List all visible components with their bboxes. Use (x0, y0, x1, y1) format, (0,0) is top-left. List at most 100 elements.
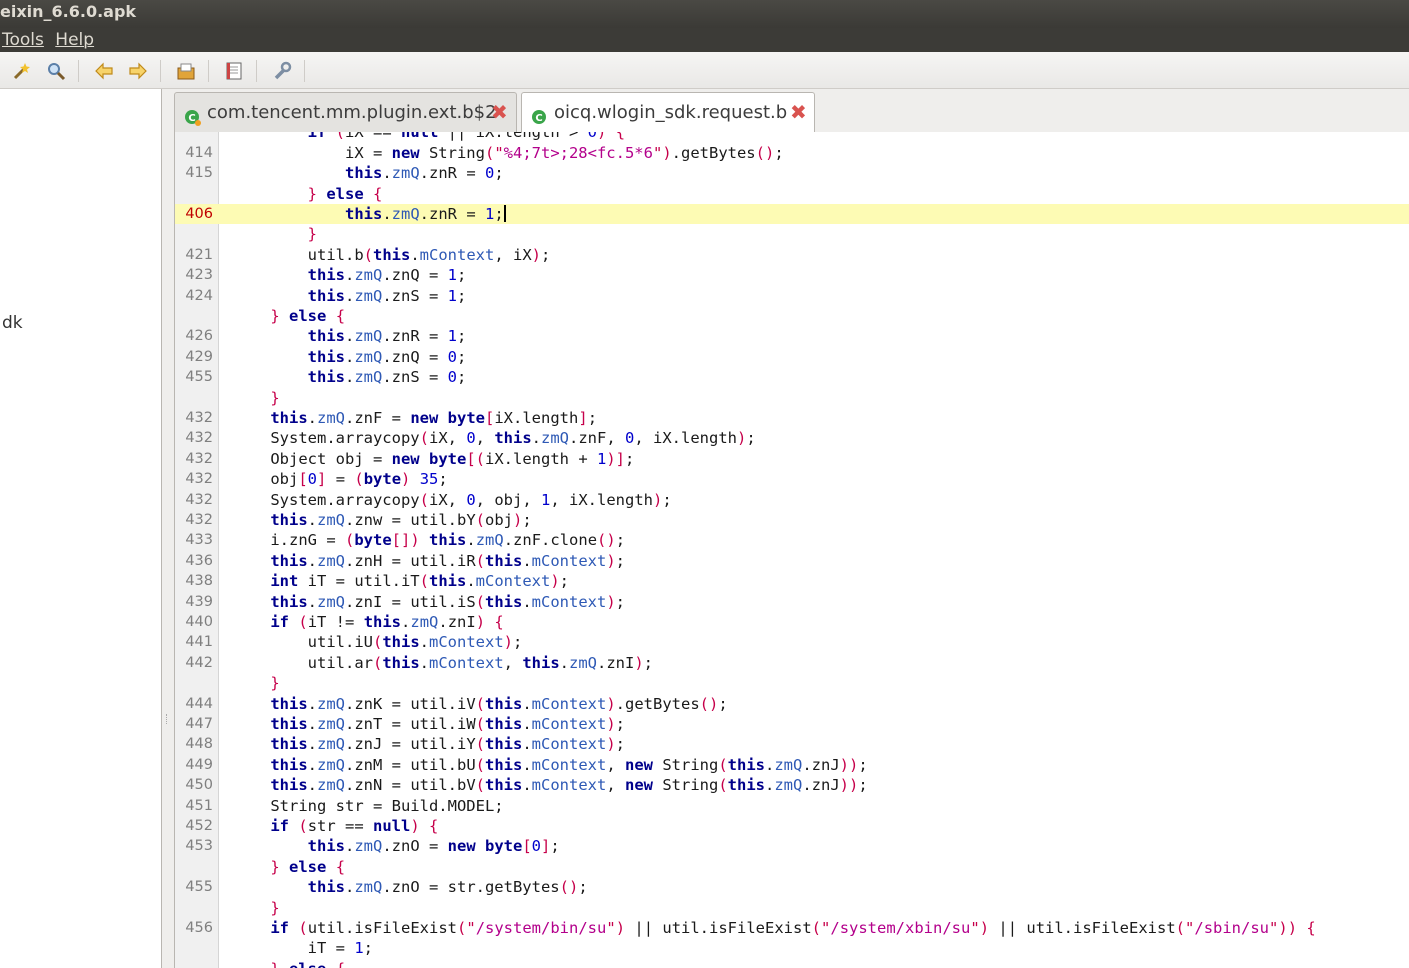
wrench-icon[interactable] (271, 60, 293, 82)
tab-label: com.tencent.mm.plugin.ext.b$2 (207, 102, 497, 123)
tab-strip: C com.tencent.mm.plugin.ext.b$2 ✖ C oicq… (174, 89, 1409, 132)
code-line[interactable]: 444 this.zmQ.znK = util.iV(this.mContext… (175, 694, 1409, 714)
code-line[interactable]: } else { (175, 184, 1409, 204)
line-number: 429 (185, 348, 213, 365)
line-number: 447 (185, 716, 213, 732)
line-number: 421 (185, 246, 213, 263)
code-line[interactable]: 406 this.zmQ.znR = 1; (175, 204, 1409, 225)
code-line[interactable]: 423 this.zmQ.znQ = 1; (175, 265, 1409, 285)
code-text: } (307, 225, 317, 244)
code-text: } (270, 898, 280, 917)
code-line[interactable]: 455 this.zmQ.znO = str.getBytes(); (175, 877, 1409, 897)
close-icon[interactable]: ✖ (790, 102, 807, 122)
code-line[interactable]: 432 obj[0] = (byte) 35; (175, 469, 1409, 489)
line-number: 432 (185, 430, 213, 447)
code-text: iX = new String("%4;7t>;28<fc.5*6").getB… (233, 143, 784, 162)
code-line[interactable]: 433 i.znG = (byte[]) this.zmQ.znF.clone(… (175, 530, 1409, 550)
code-line[interactable]: } else { (175, 306, 1409, 326)
tab-com-tencent-mm-plugin-ext-b2[interactable]: C com.tencent.mm.plugin.ext.b$2 ✖ (174, 92, 517, 132)
line-number: 450 (185, 777, 213, 794)
tree-item[interactable]: dk (2, 313, 23, 333)
code-line[interactable]: 432 System.arraycopy(iX, 0, this.zmQ.znF… (175, 428, 1409, 448)
code-line[interactable]: 455 this.zmQ.znS = 0; (175, 367, 1409, 387)
line-number: 423 (185, 267, 213, 284)
code-line[interactable]: 450 this.zmQ.znN = util.bV(this.mContext… (175, 775, 1409, 795)
line-number: 432 (185, 471, 213, 488)
tab-label: oicq.wlogin_sdk.request.b (554, 102, 788, 123)
code-line[interactable]: 432 Object obj = new byte[(iX.length + 1… (175, 449, 1409, 469)
code-line[interactable]: 448 this.zmQ.znJ = util.iY(this.mContext… (175, 734, 1409, 754)
menu-help[interactable]: Help (55, 30, 94, 50)
back-arrow-icon[interactable] (93, 60, 115, 82)
code-line[interactable]: 451 String str = Build.MODEL; (175, 796, 1409, 816)
code-line[interactable]: 449 this.zmQ.znM = util.bU(this.mContext… (175, 755, 1409, 775)
code-text: this.zmQ.znO = str.getBytes(); (307, 878, 588, 897)
code-line[interactable]: 429 this.zmQ.znQ = 0; (175, 347, 1409, 367)
code-line[interactable]: 432 this.zmQ.znF = new byte[iX.length]; (175, 408, 1409, 428)
code-text: util.iU(this.mContext); (233, 633, 523, 652)
code-text: util.ar(this.mContext, this.zmQ.znI); (233, 653, 654, 672)
code-text: this.zmQ.znO = new byte[0]; (307, 837, 560, 856)
code-text: util.b(this.mContext, iX); (233, 245, 551, 264)
code-line[interactable]: 438 int iT = util.iT(this.mContext); (175, 571, 1409, 591)
code-line[interactable]: 414 iX = new String("%4;7t>;28<fc.5*6").… (175, 143, 1409, 163)
code-line[interactable]: } (175, 388, 1409, 408)
code-line[interactable]: 452 if (str == null) { (175, 816, 1409, 836)
code-line[interactable]: } (175, 673, 1409, 693)
code-text: } (270, 388, 280, 407)
code-line[interactable]: 439 this.zmQ.znI = util.iS(this.mContext… (175, 592, 1409, 612)
code-line[interactable]: 436 this.zmQ.znH = util.iR(this.mContext… (175, 551, 1409, 571)
code-text: String str = Build.MODEL; (233, 796, 504, 815)
code-text: if (util.isFileExist("/system/bin/su") |… (270, 919, 1316, 937)
code-line[interactable]: 421 util.b(this.mContext, iX); (175, 245, 1409, 265)
code-line[interactable]: 415 this.zmQ.znR = 0; (175, 163, 1409, 183)
code-text: int iT = util.iT(this.mContext); (270, 572, 570, 591)
code-line[interactable]: } else { (175, 857, 1409, 877)
code-line[interactable]: iT = 1; (175, 938, 1409, 958)
code-line[interactable]: } (175, 898, 1409, 918)
menu-tools[interactable]: Tools (2, 30, 44, 50)
code-text: this.zmQ.znS = 0; (307, 368, 467, 387)
code-line[interactable]: 456 if (util.isFileExist("/system/bin/su… (175, 918, 1409, 938)
code-line[interactable]: 447 this.zmQ.znT = util.iW(this.mContext… (175, 714, 1409, 734)
line-number: 432 (185, 491, 213, 508)
search-icon[interactable] (45, 60, 67, 82)
code-text: this.zmQ.znJ = util.iY(this.mContext); (270, 735, 626, 754)
code-text: this.zmQ.znR = 1; (307, 327, 467, 346)
code-line[interactable]: } else { (175, 959, 1409, 968)
line-number: 452 (185, 818, 213, 834)
code-line[interactable]: 426 this.zmQ.znR = 1; (175, 326, 1409, 346)
line-number: 406 (185, 206, 213, 222)
wand-icon[interactable] (10, 60, 32, 82)
close-icon[interactable]: ✖ (491, 102, 508, 122)
tab-oicq-wlogin-sdk-request-b[interactable]: C oicq.wlogin_sdk.request.b ✖ (521, 92, 815, 132)
line-number: 440 (185, 614, 213, 630)
code-text: this.zmQ.znS = 1; (307, 286, 467, 305)
line-number: 455 (185, 879, 213, 896)
code-line[interactable]: 424 this.zmQ.znS = 1; (175, 286, 1409, 306)
code-editor[interactable]: if (iX == null || iX.length > 0) {414 iX… (174, 132, 1409, 968)
code-line[interactable]: 442 util.ar(this.mContext, this.zmQ.znI)… (175, 653, 1409, 673)
export-icon[interactable] (175, 60, 197, 82)
panel-splitter[interactable] (162, 89, 174, 968)
line-number: 442 (185, 654, 213, 671)
code-text: iT = 1; (233, 939, 374, 958)
forward-arrow-icon[interactable] (127, 60, 149, 82)
code-text: if (iX == null || iX.length > 0) { (307, 132, 626, 142)
code-line[interactable]: 432 System.arraycopy(iX, 0, obj, 1, iX.l… (175, 490, 1409, 510)
log-icon[interactable] (223, 60, 245, 82)
code-line[interactable]: 453 this.zmQ.znO = new byte[0]; (175, 836, 1409, 856)
code-text: this.zmQ.znF = new byte[iX.length]; (270, 409, 598, 427)
code-line[interactable]: if (iX == null || iX.length > 0) { (175, 132, 1409, 143)
line-number: 455 (185, 369, 213, 386)
line-number: 438 (185, 573, 213, 590)
line-number: 432 (185, 450, 213, 467)
code-line[interactable]: 440 if (iT != this.zmQ.znI) { (175, 612, 1409, 632)
code-text: this.zmQ.znQ = 1; (307, 266, 467, 285)
code-line[interactable]: 441 util.iU(this.mContext); (175, 632, 1409, 652)
line-number: 451 (185, 797, 213, 814)
class-tree-panel[interactable]: dk (0, 89, 162, 968)
code-line[interactable]: 432 this.zmQ.znw = util.bY(obj); (175, 510, 1409, 530)
code-text: this.zmQ.znQ = 0; (307, 347, 467, 366)
code-line[interactable]: } (175, 224, 1409, 244)
